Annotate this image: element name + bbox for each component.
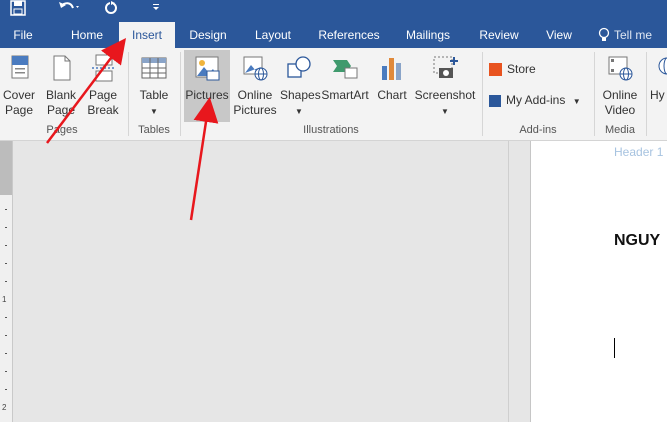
- arrow-to-insert-tab: [46, 38, 127, 144]
- annotation-arrows: [46, 38, 219, 221]
- arrow-to-pictures-button: [189, 97, 219, 221]
